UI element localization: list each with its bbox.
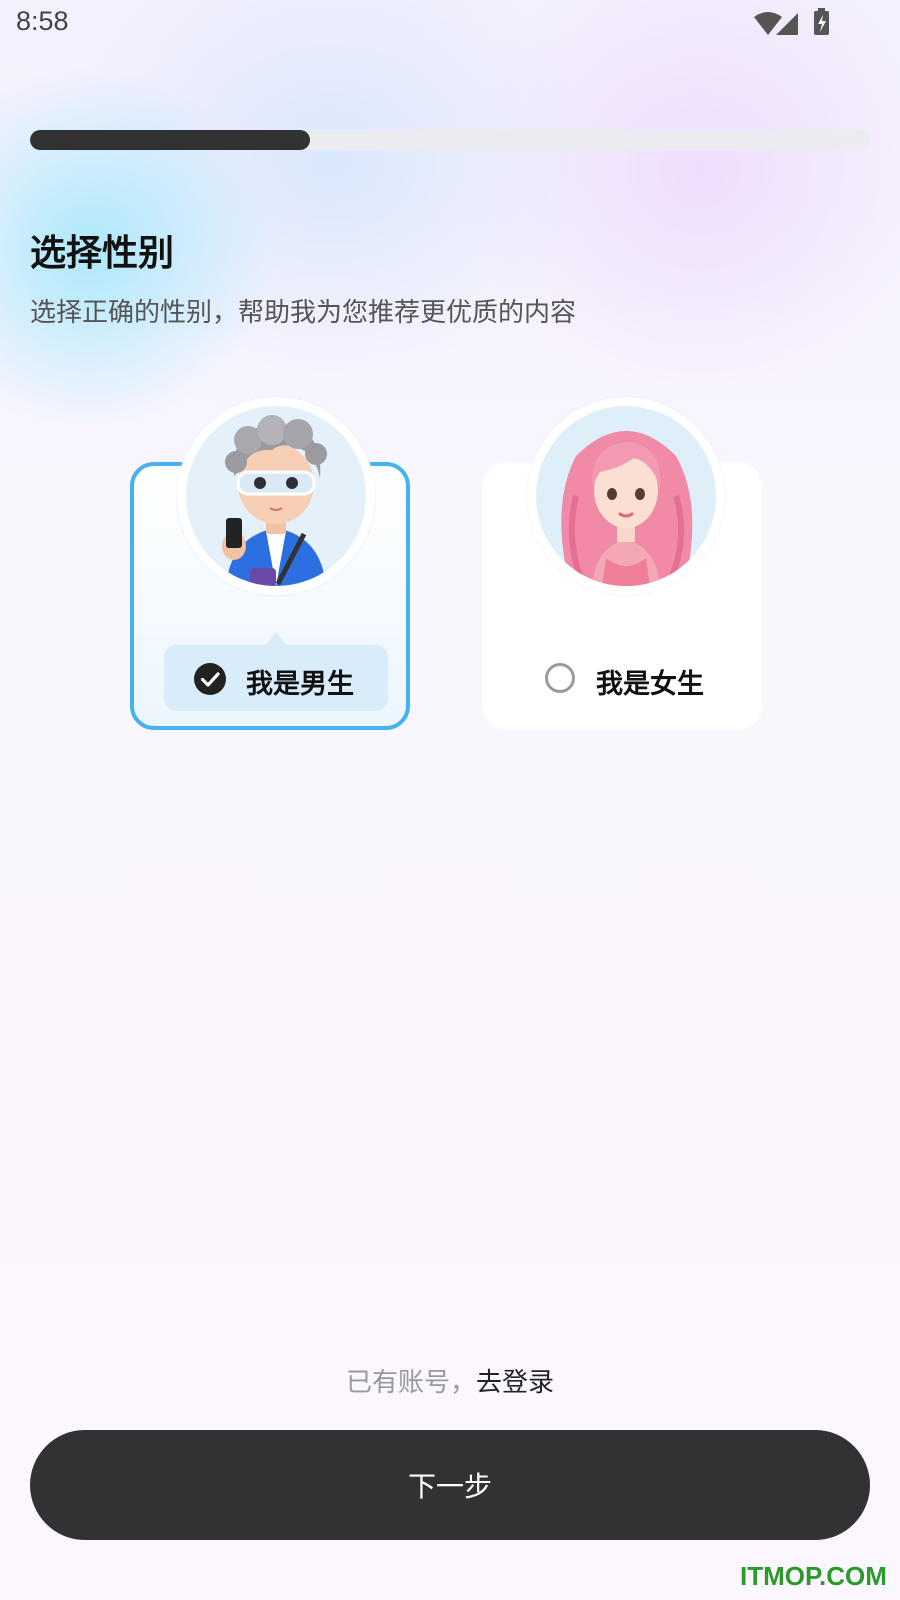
progress-bar xyxy=(30,130,870,150)
check-circle-icon xyxy=(194,663,226,695)
male-cartoon-avatar xyxy=(222,415,327,586)
watermark: ITMOP.COM xyxy=(740,1561,887,1591)
selection-pointer xyxy=(265,632,287,646)
status-icons xyxy=(752,8,852,38)
female-avatar xyxy=(527,397,725,595)
progress-fill xyxy=(30,130,310,150)
page-subtitle: 选择正确的性别，帮助我为您推荐更优质的内容 xyxy=(30,298,577,328)
male-avatar xyxy=(177,397,375,595)
female-option-label: 我是女生 xyxy=(596,669,704,700)
status-time: 8:58 xyxy=(16,6,69,36)
radio-unchecked-icon xyxy=(544,662,576,694)
female-cartoon-avatar xyxy=(561,431,693,586)
male-option-label: 我是男生 xyxy=(246,669,354,700)
login-prompt: 已有账号， xyxy=(345,1368,476,1398)
page-title: 选择性别 xyxy=(30,233,175,274)
login-link[interactable]: 去登录 xyxy=(476,1368,554,1398)
login-row: 已有账号，去登录 xyxy=(0,1362,900,1399)
wifi-icon xyxy=(754,12,782,35)
next-step-button[interactable]: 下一步 xyxy=(30,1430,870,1540)
battery-charging-icon xyxy=(814,8,829,35)
